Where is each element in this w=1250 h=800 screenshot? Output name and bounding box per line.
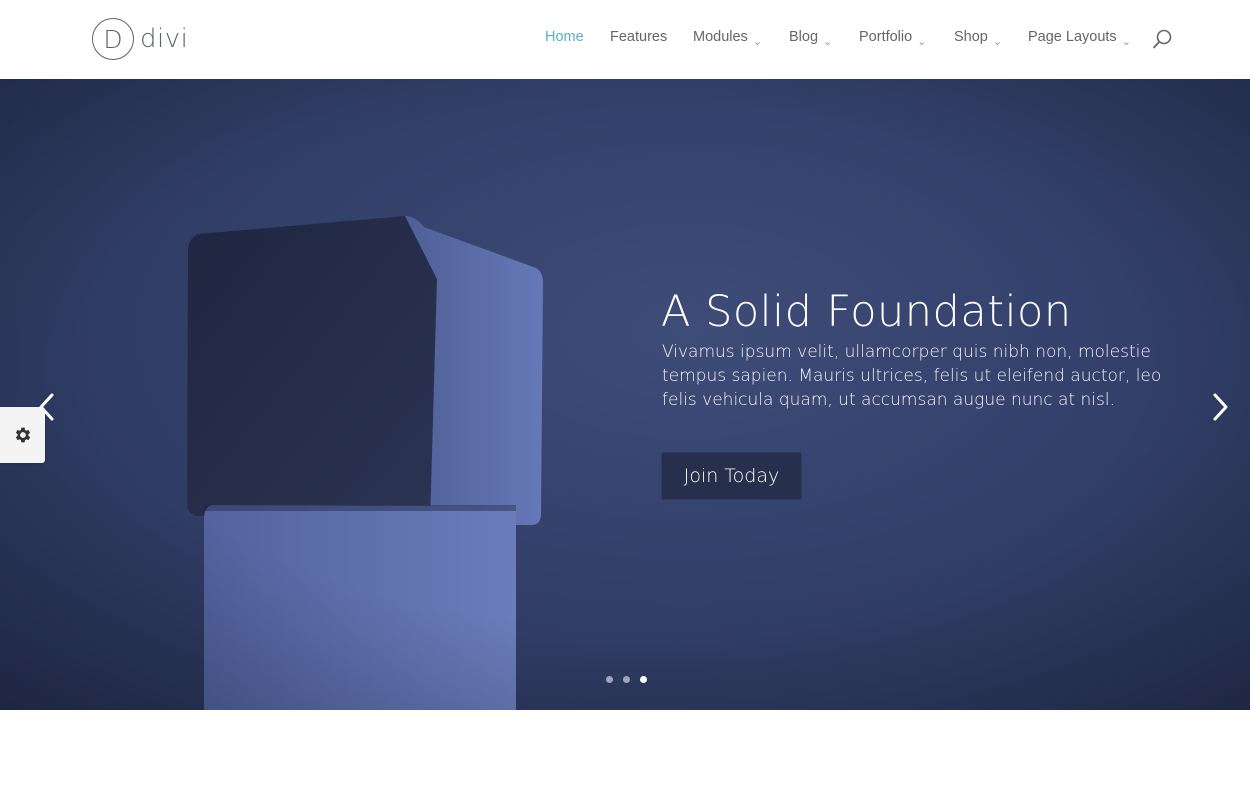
hero-slider: A Solid Foundation Vivamus ipsum velit, … <box>0 79 1250 710</box>
nav-item-shop[interactable]: Shop ⌄ <box>954 29 1003 48</box>
gear-icon <box>15 427 30 443</box>
nav-item-label: Blog <box>789 29 819 45</box>
chevron-down-icon: ⌄ <box>1121 36 1131 48</box>
nav-item-label: Home <box>545 29 584 45</box>
settings-toggle-button[interactable] <box>0 407 45 463</box>
chevron-down-icon: ⌄ <box>917 36 927 48</box>
hero-description: Vivamus ipsum velit, ullamcorper quis ni… <box>662 342 1162 410</box>
nav-item-home[interactable]: Home <box>545 29 584 45</box>
join-today-button[interactable]: Join Today <box>661 452 802 500</box>
main-nav: Home Features Modules ⌄ Blog ⌄ Portfolio ⌄ … <box>0 29 1250 51</box>
nav-item-label: Page Layouts <box>1028 29 1117 45</box>
site-header: D divi Home Features Modules ⌄ Blog ⌄ Port… <box>0 0 1250 79</box>
nav-item-modules[interactable]: Modules ⌄ <box>693 29 763 48</box>
nav-item-features[interactable]: Features <box>610 29 667 45</box>
chevron-down-icon: ⌄ <box>752 36 763 48</box>
nav-item-page-layouts[interactable]: Page Layouts ⌄ <box>1028 29 1131 48</box>
nav-item-label: Shop <box>954 29 988 45</box>
hero-title: A Solid Foundation <box>661 287 1072 337</box>
chevron-down-icon: ⌄ <box>823 36 833 48</box>
nav-item-label: Modules <box>693 29 748 45</box>
search-icon[interactable] <box>1152 28 1174 50</box>
nav-item-portfolio[interactable]: Portfolio ⌄ <box>859 29 927 48</box>
nav-item-blog[interactable]: Blog ⌄ <box>789 29 833 48</box>
nav-item-label: Portfolio <box>859 29 913 45</box>
slider-pagination <box>606 676 657 686</box>
slider-dot[interactable] <box>606 676 613 683</box>
chevron-right-icon[interactable] <box>1205 389 1235 425</box>
nav-item-label: Features <box>610 29 668 45</box>
slider-dot[interactable] <box>623 676 630 683</box>
slider-dot-active[interactable] <box>640 676 647 683</box>
chevron-down-icon: ⌄ <box>992 36 1003 48</box>
